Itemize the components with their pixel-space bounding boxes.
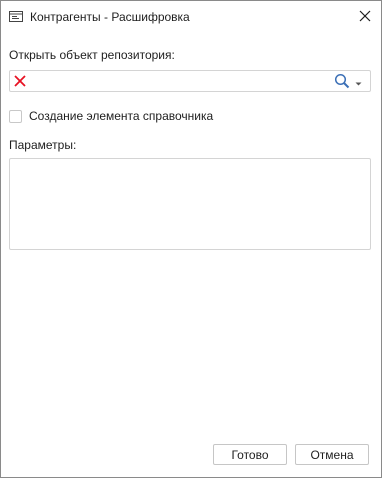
window-icon (9, 11, 23, 22)
dialog-window: Контрагенты - Расшифровка Открыть объект… (0, 0, 382, 478)
close-icon (359, 10, 371, 25)
repository-label: Открыть объект репозитория: (9, 48, 175, 62)
create-item-label[interactable]: Создание элемента справочника (29, 109, 213, 123)
repository-object-input[interactable] (32, 71, 332, 91)
ok-button[interactable]: Готово (213, 444, 287, 465)
dialog-title: Контрагенты - Расшифровка (30, 10, 190, 24)
create-item-checkbox[interactable] (9, 110, 22, 123)
dropdown-arrow-icon[interactable] (354, 77, 363, 86)
clear-x-icon[interactable] (13, 74, 27, 88)
repository-object-field[interactable] (9, 70, 371, 92)
parameters-label: Параметры: (9, 138, 77, 152)
search-icon[interactable] (334, 73, 350, 89)
cancel-button[interactable]: Отмена (295, 444, 369, 465)
title-bar: Контрагенты - Расшифровка (1, 1, 381, 32)
close-button[interactable] (353, 6, 377, 28)
parameters-area[interactable] (9, 158, 371, 250)
